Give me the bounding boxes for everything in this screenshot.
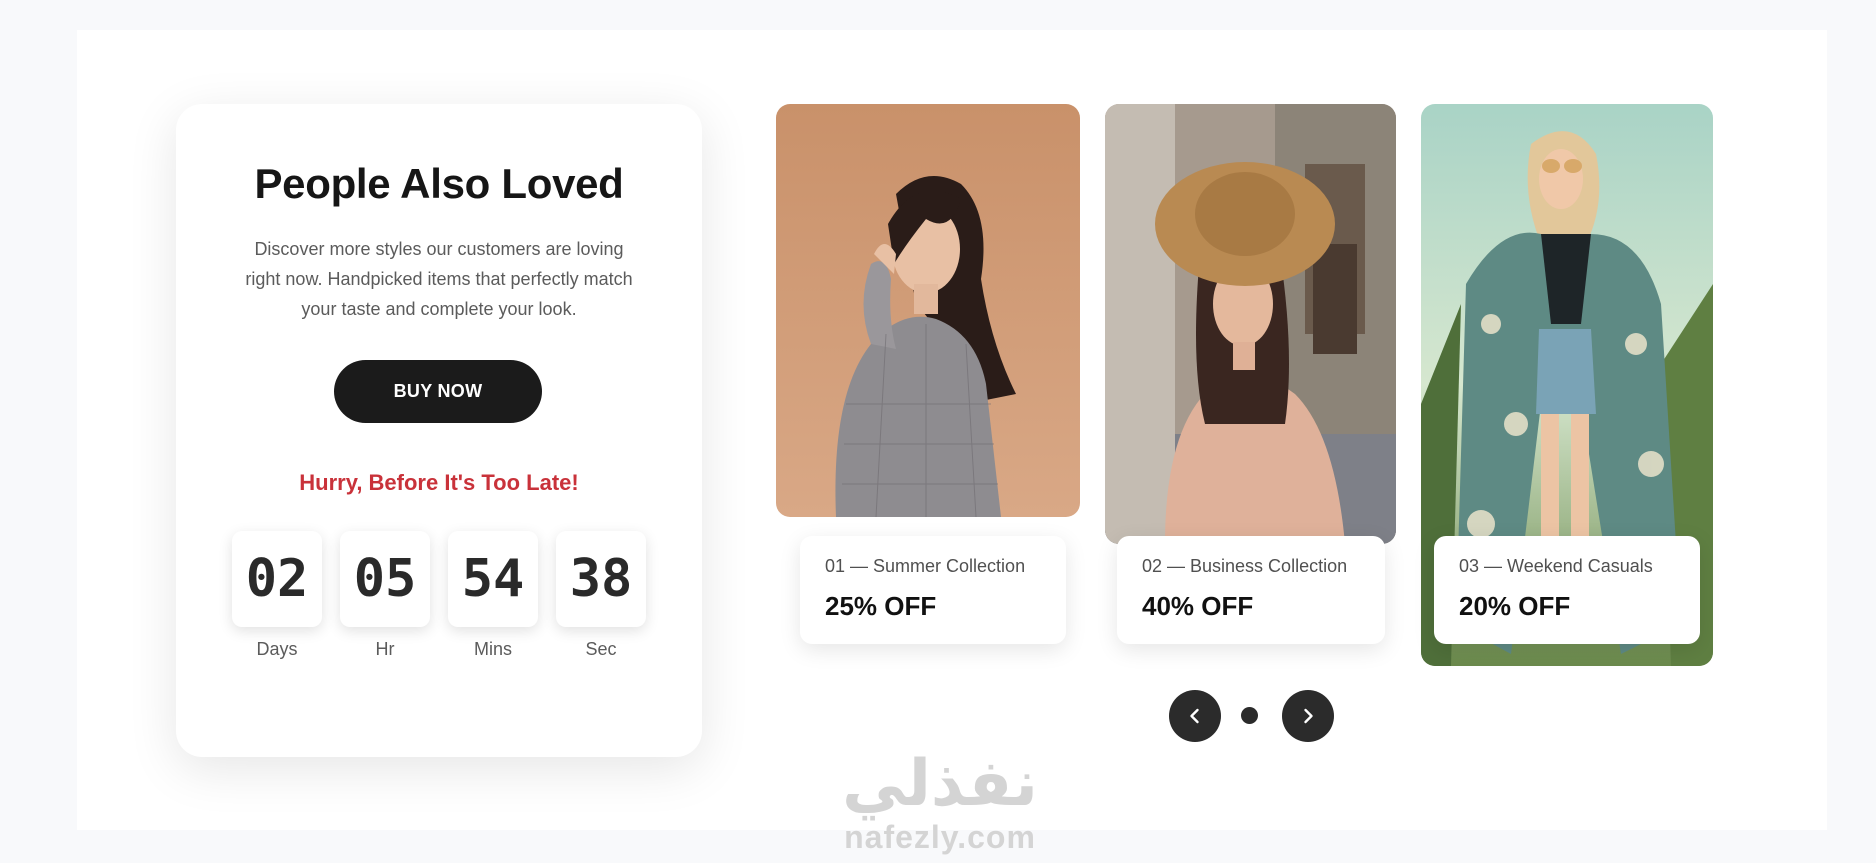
countdown-value: 05 <box>340 531 430 627</box>
watermark-logo: نفذلي nafezly.com <box>830 748 1050 863</box>
product-discount: 40% OFF <box>1142 591 1254 621</box>
product-subtitle: 01 — Summer Collection <box>825 556 1026 576</box>
countdown-value: 38 <box>556 531 646 627</box>
promo-description: Discover more styles our customers are l… <box>245 239 633 319</box>
countdown-seconds: 38 Sec <box>556 531 646 660</box>
product-card-summer[interactable]: 01 — Summer Collection 25% OFF <box>776 104 1080 644</box>
product-discount: 20% OFF <box>1459 591 1571 621</box>
countdown-value: 02 <box>232 531 322 627</box>
chevron-right-icon <box>1304 708 1313 724</box>
countdown-value: 54 <box>448 531 538 627</box>
product-discount: 25% OFF <box>825 591 937 621</box>
watermark-arabic: نفذلي <box>842 747 1038 821</box>
product-card-business[interactable]: 02 — Business Collection 40% OFF <box>1105 104 1396 644</box>
countdown-label: Sec <box>585 639 617 659</box>
chevron-left-icon <box>1190 708 1199 724</box>
countdown-label: Days <box>256 639 298 659</box>
carousel-dot-active[interactable] <box>1241 707 1258 724</box>
countdown-minutes: 54 Mins <box>448 531 538 660</box>
product-info-box: 01 — Summer Collection 25% OFF <box>800 536 1066 644</box>
promo-card: People Also Loved Discover more styles o… <box>176 104 702 757</box>
countdown-hours: 05 Hr <box>340 531 430 660</box>
countdown-timer: 02 Days 05 Hr 54 Mins 38 Sec <box>232 531 646 671</box>
buy-now-button[interactable]: BUY NOW <box>334 360 542 423</box>
urgency-text: Hurry, Before It's Too Late! <box>299 470 579 495</box>
countdown-days: 02 Days <box>232 531 322 660</box>
product-subtitle: 02 — Business Collection <box>1142 556 1348 576</box>
countdown-label: Mins <box>473 639 512 659</box>
product-photo <box>1105 104 1396 544</box>
product-photo <box>776 104 1080 517</box>
countdown-label: Hr <box>375 639 395 659</box>
watermark-latin: nafezly.com <box>844 819 1036 855</box>
carousel-prev-button[interactable] <box>1169 690 1221 742</box>
carousel-next-button[interactable] <box>1282 690 1334 742</box>
product-info-box: 02 — Business Collection 40% OFF <box>1117 536 1385 644</box>
product-info-box: 03 — Weekend Casuals 20% OFF <box>1434 536 1700 644</box>
product-subtitle: 03 — Weekend Casuals <box>1459 556 1653 576</box>
promo-title: People Also Loved <box>254 160 624 207</box>
product-card-weekend[interactable]: 03 — Weekend Casuals 20% OFF <box>1421 104 1713 666</box>
